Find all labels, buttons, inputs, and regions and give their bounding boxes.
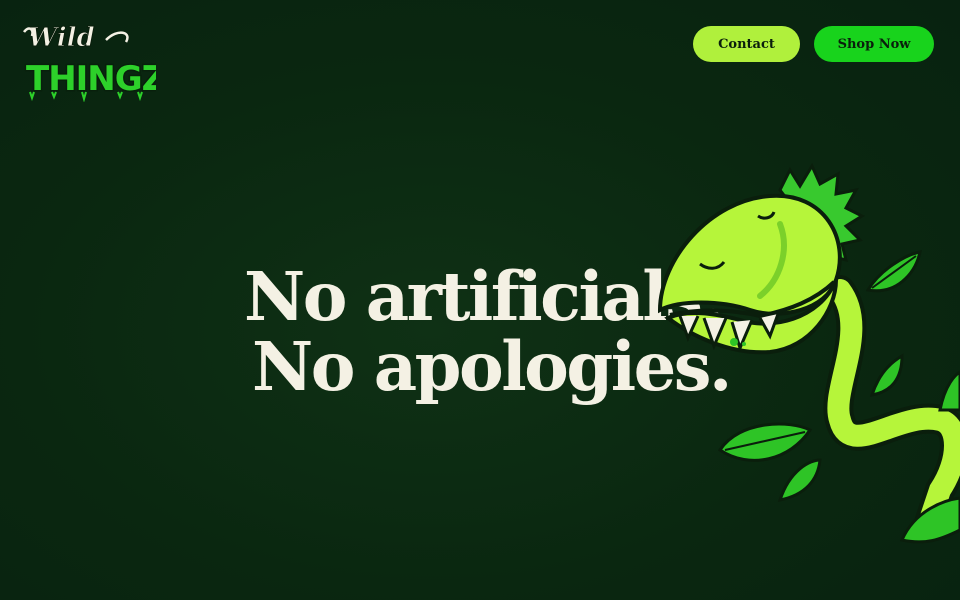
wild-thingz-logo-icon: Wild THINGZ <box>22 23 156 102</box>
top-nav: Contact Shop Now <box>693 26 934 62</box>
venus-flytrap-illustration <box>640 160 960 560</box>
brand-logo[interactable]: Wild THINGZ <box>22 22 156 102</box>
shop-now-button[interactable]: Shop Now <box>814 26 934 62</box>
venus-flytrap-icon <box>657 162 960 544</box>
contact-button[interactable]: Contact <box>693 26 800 62</box>
logo-top-text: Wild <box>28 23 95 53</box>
logo-bottom-text: THINGZ <box>26 59 156 99</box>
